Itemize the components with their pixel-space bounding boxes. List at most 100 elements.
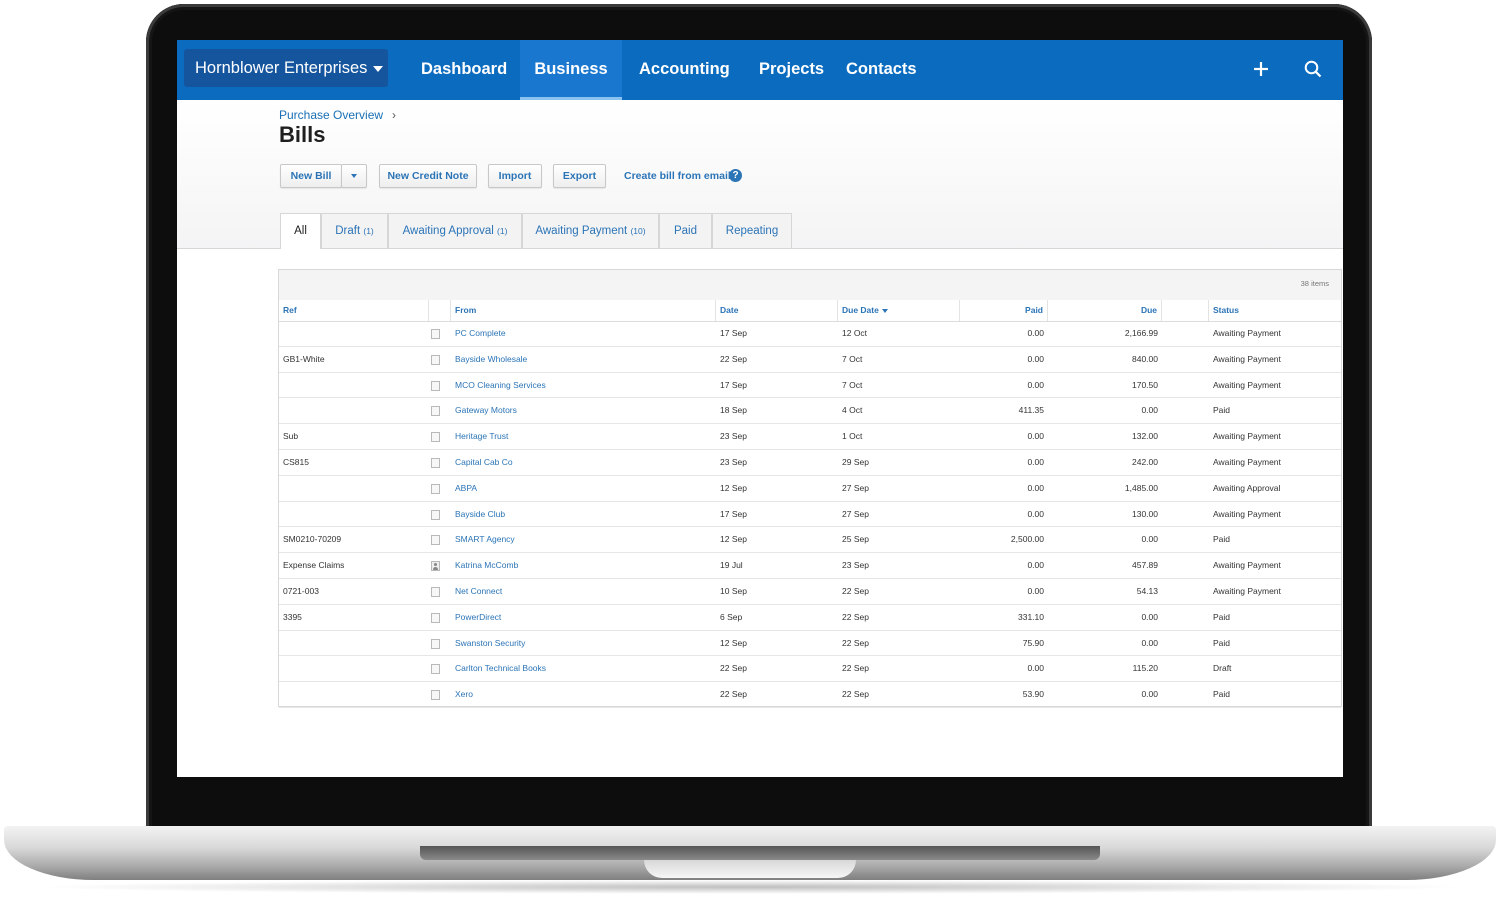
- tab-awaiting-approval[interactable]: Awaiting Approval (1): [388, 213, 522, 248]
- cell-from[interactable]: Capital Cab Co: [451, 450, 716, 475]
- nav-contacts[interactable]: Contacts: [846, 40, 917, 100]
- tab-awaiting-payment[interactable]: Awaiting Payment (10): [522, 213, 659, 248]
- cell-from[interactable]: PowerDirect: [451, 605, 716, 630]
- cell-from[interactable]: Swanston Security: [451, 631, 716, 656]
- table-row[interactable]: CS815 Capital Cab Co 23 Sep 29 Sep 0.00 242.0…: [279, 450, 1341, 476]
- caret-down-icon: [373, 65, 384, 72]
- laptop-notch: [644, 860, 856, 878]
- sort-desc-icon: [881, 308, 888, 313]
- org-switcher[interactable]: Hornblower Enterprises: [184, 49, 388, 87]
- cell-status: Awaiting Approval: [1213, 482, 1281, 493]
- cell-from[interactable]: Gateway Motors: [451, 398, 716, 423]
- help-icon[interactable]: ?: [729, 169, 742, 182]
- table-row[interactable]: MCO Cleaning Services 17 Sep 7 Oct 0.00 170.…: [279, 373, 1341, 399]
- table-row[interactable]: 0721-003 Net Connect 10 Sep 22 Sep 0.00 54.13…: [279, 579, 1341, 605]
- laptop-hinge: [420, 846, 1100, 860]
- cell-ref: [279, 476, 429, 501]
- col-spacer: [1162, 300, 1209, 321]
- tab-paid[interactable]: Paid: [659, 213, 712, 248]
- col-from[interactable]: From: [451, 300, 716, 321]
- tab-count: (1): [363, 226, 374, 236]
- table-row[interactable]: Carlton Technical Books 22 Sep 22 Sep 0.00 1…: [279, 656, 1341, 683]
- table-row[interactable]: SM0210-70209 SMART Agency 12 Sep 25 Sep 2,50…: [279, 527, 1341, 554]
- cell-from[interactable]: Xero: [451, 682, 716, 707]
- nav-accounting[interactable]: Accounting: [639, 40, 730, 100]
- col-paid[interactable]: Paid: [960, 300, 1048, 321]
- cell-ref: [279, 631, 429, 656]
- cell-due-date: 25 Sep: [842, 534, 869, 545]
- tab-all[interactable]: All: [280, 213, 321, 249]
- nav-business[interactable]: Business: [520, 40, 622, 100]
- table-row[interactable]: 3395 PowerDirect 6 Sep 22 Sep 331.10 0.00 Paid: [279, 605, 1341, 631]
- col-ref[interactable]: Ref: [279, 300, 429, 321]
- cell-from[interactable]: Katrina McComb: [451, 553, 716, 578]
- cell-from[interactable]: SMART Agency: [451, 527, 716, 552]
- plus-icon[interactable]: [1250, 58, 1272, 80]
- cell-due: 54.13: [1136, 586, 1158, 596]
- table-row[interactable]: ABPA 12 Sep 27 Sep 0.00 1,485.00 Awaiting App…: [279, 476, 1341, 502]
- tab-draft[interactable]: Draft (1): [321, 213, 388, 248]
- document-icon: [431, 380, 440, 391]
- cell-ref: GB1-White: [283, 353, 325, 364]
- cell-date: 22 Sep: [720, 663, 747, 674]
- col-due-date[interactable]: Due Date: [838, 300, 960, 321]
- screen: Hornblower Enterprises Dashboard Busines…: [177, 40, 1343, 777]
- table-row[interactable]: GB1-White Bayside Wholesale 22 Sep 7 Oct 0.0…: [279, 347, 1341, 373]
- cell-paid: 0.00: [1027, 353, 1044, 364]
- page-title: Bills: [279, 122, 326, 147]
- document-icon: [431, 509, 440, 520]
- cell-date: 17 Sep: [720, 508, 747, 519]
- cell-status: Awaiting Payment: [1213, 560, 1281, 571]
- col-date[interactable]: Date: [716, 300, 838, 321]
- table-row[interactable]: Swanston Security 12 Sep 22 Sep 75.90 0.00 Pa…: [279, 631, 1341, 657]
- cell-status: Awaiting Payment: [1213, 431, 1281, 442]
- cell-due: 0.00: [1141, 405, 1158, 416]
- cell-paid: 0.00: [1027, 379, 1044, 390]
- cell-from[interactable]: Net Connect: [451, 579, 716, 604]
- cell-from[interactable]: Bayside Wholesale: [451, 347, 716, 372]
- chevron-down-icon: [351, 174, 357, 179]
- cell-from[interactable]: Bayside Club: [451, 502, 716, 527]
- table-row[interactable]: Sub Heritage Trust 23 Sep 1 Oct 0.00 132.00 Aw…: [279, 424, 1341, 450]
- table-row[interactable]: PC Complete 17 Sep 12 Oct 0.00 2,166.99 Await…: [279, 321, 1341, 347]
- tab-label: Paid: [673, 225, 698, 237]
- cell-paid: 0.00: [1027, 508, 1044, 519]
- cell-ref: 0721-003: [283, 586, 319, 596]
- table-row[interactable]: Bayside Club 17 Sep 27 Sep 0.00 130.00 Awaiti…: [279, 502, 1341, 528]
- cell-due-date: 22 Sep: [842, 586, 869, 596]
- export-button[interactable]: Export: [553, 164, 606, 188]
- search-icon[interactable]: [1302, 58, 1324, 80]
- nav-dashboard[interactable]: Dashboard: [421, 40, 507, 100]
- nav-projects[interactable]: Projects: [759, 40, 824, 100]
- breadcrumb-separator: ›: [392, 108, 396, 122]
- import-button[interactable]: Import: [488, 164, 542, 188]
- cell-from[interactable]: Heritage Trust: [451, 424, 716, 449]
- tab-repeating[interactable]: Repeating: [712, 213, 792, 248]
- table-row[interactable]: Expense Claims Katrina McComb 19 Jul 23 Sep…: [279, 553, 1341, 579]
- cell-paid: 411.35: [1018, 405, 1044, 416]
- new-bill-button[interactable]: New Bill: [280, 164, 342, 188]
- breadcrumb-purchase-overview[interactable]: Purchase Overview: [279, 108, 383, 122]
- table-row[interactable]: Gateway Motors 18 Sep 4 Oct 411.35 0.00 Paid: [279, 398, 1341, 425]
- cell-from[interactable]: PC Complete: [451, 321, 716, 346]
- cell-status: Awaiting Payment: [1213, 457, 1281, 467]
- cell-ref: 3395: [283, 611, 302, 622]
- cell-from[interactable]: Carlton Technical Books: [451, 656, 716, 681]
- col-status[interactable]: Status: [1209, 300, 1341, 321]
- cell-date: 12 Sep: [720, 637, 747, 648]
- cell-paid: 0.00: [1027, 457, 1044, 467]
- cell-ref: Expense Claims: [283, 560, 345, 571]
- document-icon: [431, 458, 440, 468]
- cell-due-date: 7 Oct: [842, 353, 863, 364]
- cell-due: 115.20: [1132, 663, 1158, 674]
- cell-status: Paid: [1213, 534, 1231, 545]
- create-bill-from-email-link[interactable]: Create bill from email: [624, 170, 731, 182]
- cell-date: 23 Sep: [720, 457, 747, 467]
- new-credit-note-button[interactable]: New Credit Note: [379, 164, 477, 188]
- table-row[interactable]: Xero 22 Sep 22 Sep 53.90 0.00 Paid: [279, 682, 1341, 708]
- col-due[interactable]: Due: [1048, 300, 1162, 321]
- new-bill-dropdown[interactable]: [341, 164, 367, 188]
- cell-from[interactable]: ABPA: [451, 476, 716, 501]
- cell-from[interactable]: MCO Cleaning Services: [451, 373, 716, 398]
- cell-paid: 0.00: [1027, 586, 1044, 596]
